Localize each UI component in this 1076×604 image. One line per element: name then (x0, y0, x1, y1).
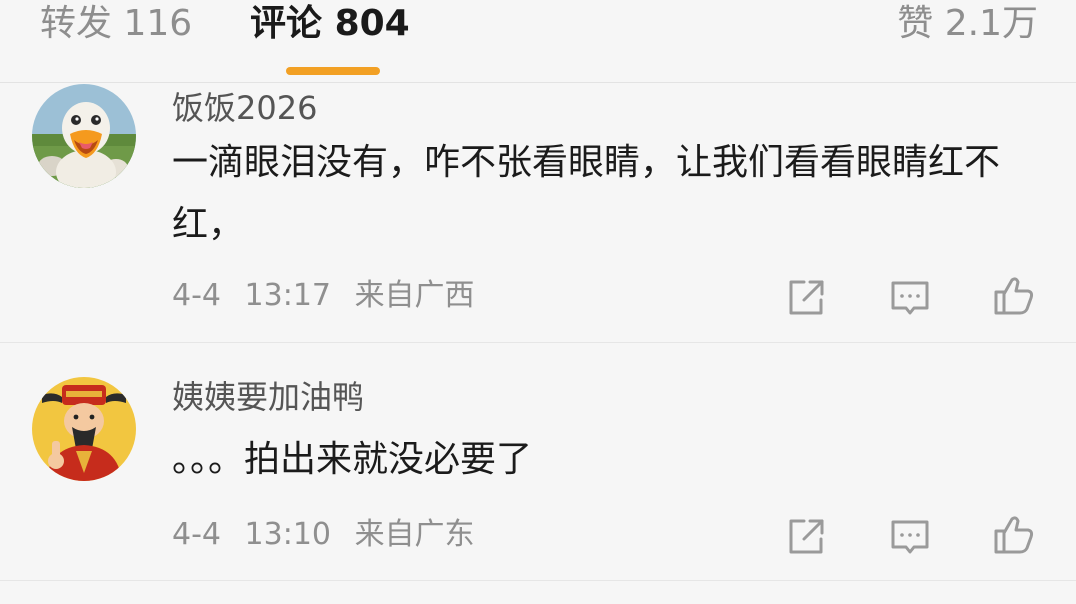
comment-divider (0, 580, 1076, 581)
comment-meta: 4-4 13:17 来自广西 (172, 276, 475, 316)
like-icon[interactable] (992, 513, 1036, 557)
tab-reposts-label: 转发 (40, 3, 113, 44)
comment-tabs: 转发 116 评论 804 赞 2.1万 (0, 0, 1076, 80)
share-icon[interactable] (784, 515, 828, 559)
comment-username[interactable]: 饭饭2026 (172, 88, 317, 128)
tab-likes-count: 2.1万 (944, 3, 1038, 44)
comment-username[interactable]: 姨姨要加油鸭 (172, 377, 364, 417)
comment-location: 来自广东 (354, 517, 475, 552)
comment-meta: 4-4 13:10 来自广东 (172, 515, 475, 555)
comment-date: 4-4 (172, 517, 221, 552)
comment-text: 一滴眼泪没有，咋不张看眼睛，让我们看看眼睛红不红， (172, 142, 1001, 245)
reply-icon[interactable] (888, 515, 932, 559)
comment-divider (0, 342, 1076, 343)
tab-likes[interactable]: 赞 2.1万 (897, 0, 1038, 48)
comment-time: 13:17 (244, 278, 332, 313)
comment-text: 。。。拍出来就没必要了 (172, 439, 533, 480)
tab-comments[interactable]: 评论 804 (250, 0, 410, 48)
comment-time: 13:10 (244, 517, 332, 552)
tab-reposts-count: 116 (123, 3, 193, 44)
share-icon[interactable] (784, 276, 828, 320)
tab-comments-label: 评论 (250, 3, 323, 44)
tab-comments-count: 804 (334, 3, 410, 44)
like-icon[interactable] (992, 274, 1036, 318)
comment-date: 4-4 (172, 278, 221, 313)
tab-likes-label: 赞 (897, 3, 934, 44)
comment-item: 饭饭2026 一滴眼泪没有，咋不张看眼睛，让我们看看眼睛红不红， 4-4 13:… (0, 84, 1076, 342)
header-divider (0, 82, 1076, 83)
duck-avatar-icon[interactable] (32, 84, 136, 188)
reply-icon[interactable] (888, 276, 932, 320)
comment-item: 姨姨要加油鸭 。。。拍出来就没必要了 4-4 13:10 来自广东 (0, 345, 1076, 581)
active-tab-indicator (286, 67, 380, 75)
tab-reposts[interactable]: 转发 116 (40, 0, 192, 48)
fortune-god-avatar-icon[interactable] (32, 377, 136, 481)
comment-location: 来自广西 (354, 278, 475, 313)
